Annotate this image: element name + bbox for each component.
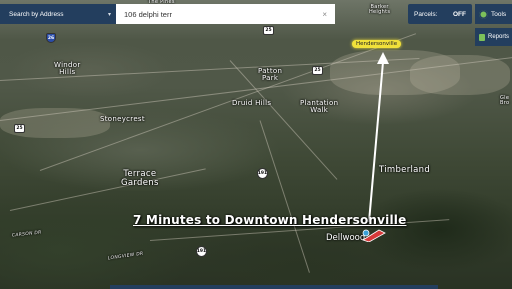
place-barker-heights: Barker Heights bbox=[369, 4, 391, 16]
road-label-carson-dr: CARSON DR bbox=[11, 230, 42, 239]
map-road bbox=[39, 33, 417, 171]
place-windor-hills: Windor Hills bbox=[54, 61, 81, 77]
map-road bbox=[259, 120, 310, 273]
route-arrow-icon bbox=[368, 52, 389, 223]
map-road bbox=[229, 60, 338, 180]
place-druid-hills: Druid Hills bbox=[232, 99, 272, 107]
report-icon bbox=[479, 33, 485, 41]
parcels-label: Parcels: bbox=[414, 10, 438, 18]
route-shield: 25 bbox=[263, 26, 274, 35]
road-label-longview-dr: LONGVIEW DR bbox=[107, 251, 144, 262]
drive-time-headline: 7 Minutes to Downtown Hendersonville bbox=[133, 213, 407, 227]
chevron-down-icon: ▾ bbox=[107, 11, 111, 18]
location-pin-icon[interactable] bbox=[359, 228, 387, 242]
tools-label: Tools bbox=[491, 10, 507, 18]
reports-label: Reports bbox=[488, 34, 510, 40]
parcels-state: OFF bbox=[453, 10, 466, 18]
bottom-panel-edge bbox=[110, 285, 438, 289]
clear-icon[interactable]: × bbox=[322, 10, 327, 19]
route-shield: 191 bbox=[196, 246, 207, 257]
place-timberland: Timberland bbox=[379, 165, 431, 175]
map-view[interactable]: Windor Hills Patton Park Druid Hills Pla… bbox=[0, 0, 512, 289]
place-glen-partial: Gle Bro bbox=[500, 95, 510, 107]
address-search-value: 106 delphi terr bbox=[124, 9, 172, 19]
search-mode-dropdown[interactable]: Search by Address ▾ bbox=[0, 4, 116, 24]
reports-button[interactable]: Reports bbox=[475, 28, 512, 46]
map-road bbox=[9, 168, 206, 211]
place-terrace-gardens: Terrace Gardens bbox=[121, 169, 159, 188]
hendersonville-highlight: Hendersonville bbox=[352, 40, 402, 48]
route-shield: 25 bbox=[312, 66, 323, 75]
parcels-toggle[interactable]: Parcels: OFF bbox=[408, 4, 472, 24]
east-town-area bbox=[410, 55, 510, 95]
place-patton-park: Patton Park bbox=[258, 67, 283, 83]
search-bar: Search by Address ▾ 106 delphi terr × bbox=[0, 4, 342, 24]
place-stoneycrest: Stoneycrest bbox=[100, 115, 145, 123]
address-search-input[interactable]: 106 delphi terr × bbox=[116, 4, 335, 24]
gear-icon bbox=[479, 9, 488, 19]
place-plantation-walk: Plantation Walk bbox=[300, 99, 339, 115]
tools-button[interactable]: Tools bbox=[475, 4, 512, 24]
search-mode-label: Search by Address bbox=[9, 10, 64, 18]
route-shield: 25 bbox=[14, 124, 25, 133]
route-shield: 191 bbox=[257, 168, 268, 179]
interstate-shield: 26 bbox=[46, 33, 56, 43]
